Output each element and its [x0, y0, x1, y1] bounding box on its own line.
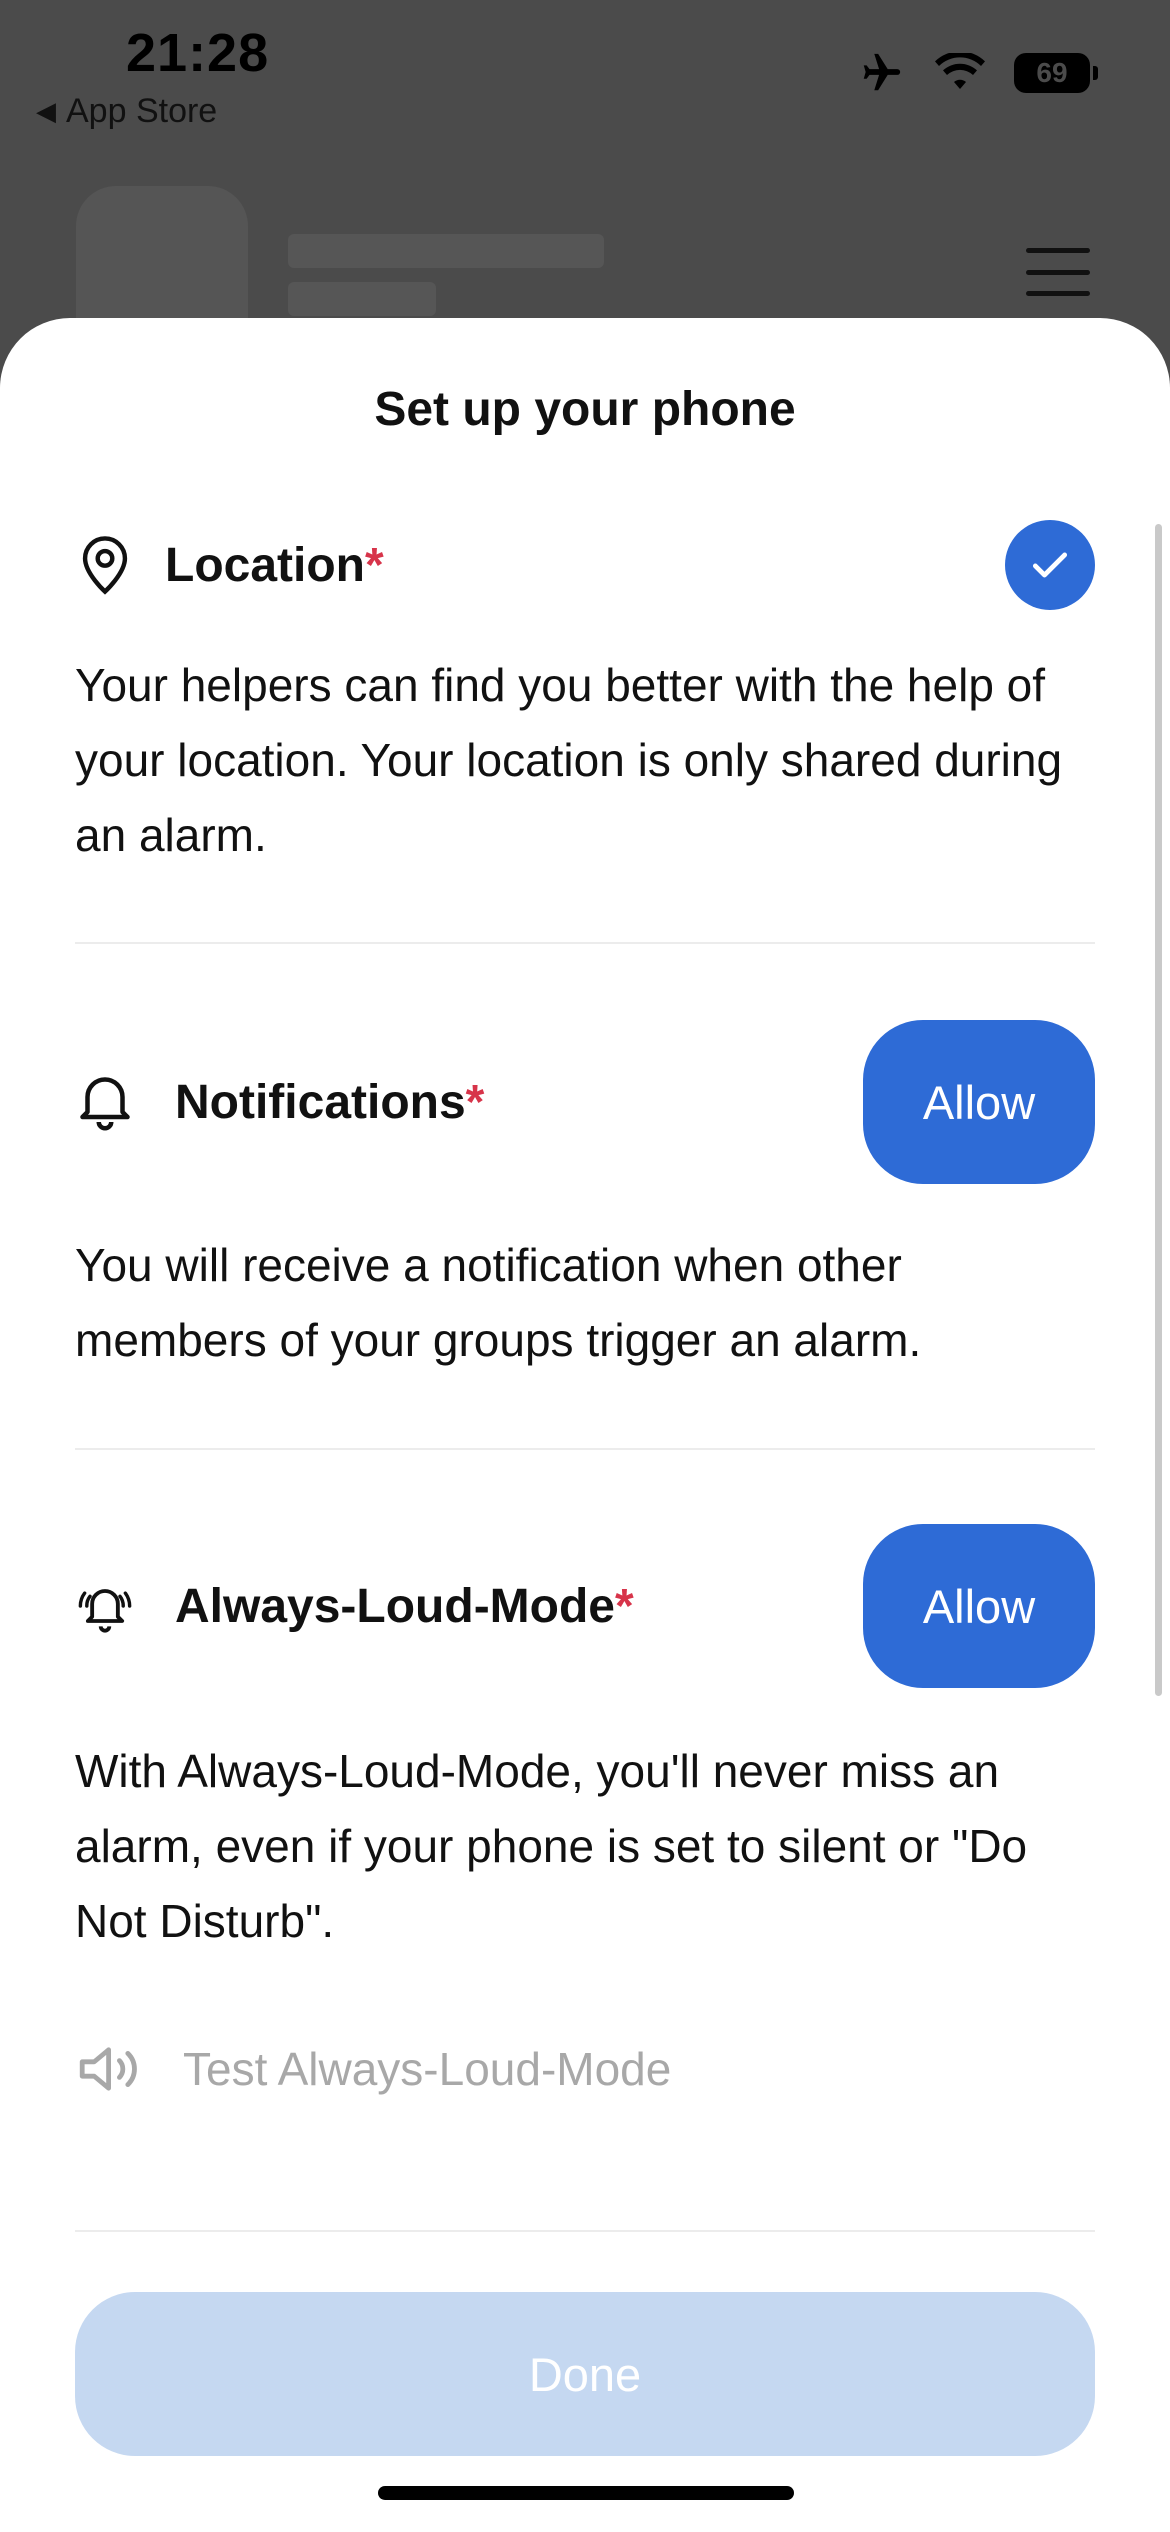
checkmark-icon: [1032, 552, 1068, 578]
sheet-title: Set up your phone: [374, 383, 796, 436]
status-icons: 69: [856, 50, 1098, 96]
speaker-icon: [79, 2047, 137, 2091]
location-title: Location*: [165, 538, 384, 592]
location-granted-check: [1005, 520, 1095, 610]
notifications-title: Notifications*: [175, 1075, 485, 1129]
done-button[interactable]: Done: [75, 2292, 1095, 2456]
hamburger-menu-icon: [1026, 248, 1090, 296]
setup-sheet: Set up your phone Location* Your helpers…: [0, 318, 1170, 2532]
notifications-allow-button[interactable]: Allow: [863, 1020, 1095, 1184]
test-always-loud-button[interactable]: Test Always-Loud-Mode: [75, 2040, 671, 2098]
location-description: Your helpers can find you better with th…: [75, 659, 1063, 861]
app-subtitle-placeholder: [288, 282, 436, 316]
notifications-description: You will receive a notification when oth…: [75, 1239, 922, 1366]
back-to-app-store[interactable]: ◀ App Store: [36, 92, 217, 131]
test-always-loud-label: Test Always-Loud-Mode: [183, 2043, 672, 2095]
divider: [75, 942, 1095, 944]
wifi-icon: [935, 53, 985, 89]
location-row: Location*: [75, 520, 1095, 610]
notifications-row: Notifications* Allow: [75, 1020, 1095, 1184]
always-loud-description: With Always-Loud-Mode, you'll never miss…: [75, 1745, 1028, 1947]
divider: [75, 1448, 1095, 1450]
back-label: App Store: [66, 92, 218, 130]
ringing-bell-icon: [75, 1576, 135, 1636]
divider: [75, 2230, 1095, 2232]
required-asterisk: *: [365, 538, 384, 592]
bell-icon: [75, 1072, 135, 1132]
scrollbar[interactable]: [1155, 524, 1162, 1696]
battery-indicator: 69: [1014, 53, 1098, 93]
always-loud-title: Always-Loud-Mode*: [175, 1579, 634, 1633]
location-pin-icon: [75, 535, 135, 595]
home-indicator: [378, 2486, 794, 2500]
required-asterisk: *: [465, 1075, 485, 1129]
back-caret-icon: ◀: [36, 96, 56, 126]
app-title-placeholder: [288, 234, 604, 268]
always-loud-row: Always-Loud-Mode* Allow: [75, 1524, 1095, 1688]
status-time: 21:28: [126, 23, 270, 83]
airplane-icon: [863, 53, 901, 91]
required-asterisk: *: [615, 1579, 634, 1633]
battery-level: 69: [1036, 57, 1068, 88]
always-loud-allow-button[interactable]: Allow: [863, 1524, 1095, 1688]
